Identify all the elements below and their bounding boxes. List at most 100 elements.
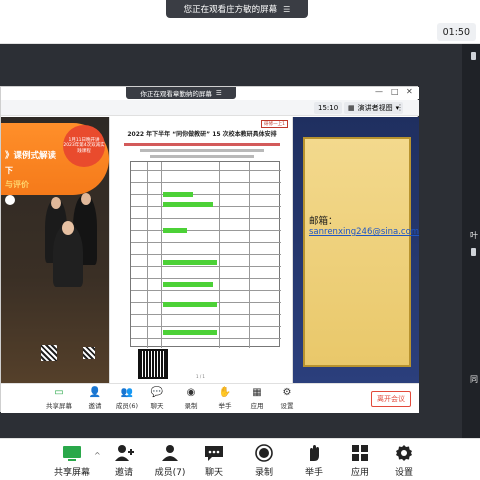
presentation-slide: 邮箱： sanrenxing246@sina.com: [293, 117, 419, 383]
table-divider: [131, 230, 281, 231]
chat-button[interactable]: 聊天: [190, 444, 238, 478]
table-divider: [131, 242, 281, 243]
chat-icon: 💬: [150, 387, 164, 398]
maximize-icon[interactable]: □: [391, 87, 399, 96]
doc-subtitle-line: [140, 149, 264, 152]
inner-invite-button[interactable]: 👤 邀请: [77, 387, 113, 410]
shared-screen: — □ ✕ 你正在观看章勤纳的屏幕 ☰ 15:10 ▦ 演讲者视图 ▾ ⋮ 1月…: [0, 86, 419, 413]
doc-page-number: 1 / 1: [196, 374, 205, 379]
inner-menu-icon[interactable]: ☰: [216, 89, 222, 97]
leave-meeting-button[interactable]: 离开会议: [371, 391, 411, 407]
email-label: 邮箱：: [309, 216, 338, 227]
inner-bottom-toolbar: ▭ 共享屏幕 👤 邀请 👥 成员(6) 💬 聊天 ◉ 录制 ✋ 举手 ▦ 应用 …: [1, 383, 419, 413]
meeting-window: 您正在观看庄方敏的屏幕 ☰ 01:50 叶 同 — □ ✕ 你正在观看章勤纳的屏…: [0, 0, 480, 480]
highlight-mark: [163, 202, 213, 207]
participant-name-2: 同: [470, 375, 478, 384]
raise-hand-button[interactable]: 举手: [290, 444, 338, 478]
participant-tile-icon: [471, 248, 476, 256]
poster-date-badge: 1月11日晚开讲 2023年第4次双减实践课程: [63, 125, 105, 167]
settings-icon: [394, 444, 414, 462]
grid-icon: ▦: [348, 104, 355, 112]
scroll-handle-icon[interactable]: [471, 52, 476, 60]
minimize-icon[interactable]: —: [375, 87, 383, 96]
invite-button[interactable]: 邀请: [100, 444, 148, 478]
speaker-view-button[interactable]: ▦ 演讲者视图 ▾: [344, 102, 404, 114]
table-divider: [131, 254, 281, 255]
close-icon[interactable]: ✕: [406, 87, 413, 96]
poster-qr-code-2: [83, 347, 95, 359]
table-divider: [131, 314, 281, 315]
table-divider: [131, 182, 281, 183]
poster-title: 》课例式解读: [5, 151, 57, 161]
play-icon: [5, 195, 15, 205]
main-bottom-toolbar: 共享屏幕 ^ 邀请 成员(7) 聊天 录制 举手 应用 设置: [0, 438, 480, 480]
record-button[interactable]: 录制: [240, 444, 288, 478]
more-icon[interactable]: ⋮: [396, 103, 404, 112]
participant-name-1: 叶: [470, 231, 478, 240]
doc-subtitle-line: [150, 155, 254, 158]
doc-qr-code: [138, 349, 168, 379]
table-divider: [131, 278, 281, 279]
members-icon: [160, 444, 180, 462]
presenter-face-3: [62, 221, 74, 235]
inner-screen-share-banner[interactable]: 你正在观看章勤纳的屏幕 ☰: [126, 87, 236, 99]
course-poster: 1月11日晚开讲 2023年第4次双减实践课程 》课例式解读 下 与评价: [1, 117, 109, 383]
shared-content: 1月11日晚开讲 2023年第4次双减实践课程 》课例式解读 下 与评价 研修一…: [1, 117, 419, 383]
doc-title: 2022 年下半年 “同你做教研” 15 次校本教研具体安排: [127, 131, 277, 138]
table-divider: [131, 218, 281, 219]
email-link[interactable]: sanrenxing246@sina.com: [309, 227, 419, 237]
apps-icon: [350, 444, 370, 462]
inner-raise-hand-button[interactable]: ✋ 举手: [207, 387, 243, 410]
inner-share-screen-button[interactable]: ▭ 共享屏幕: [41, 387, 77, 410]
inner-record-button[interactable]: ◉ 录制: [173, 387, 209, 410]
poster-subtitle-2: 与评价: [5, 180, 29, 189]
invite-icon: [114, 444, 134, 462]
table-divider: [131, 266, 281, 267]
invite-icon: 👤: [88, 387, 102, 398]
table-divider: [131, 194, 281, 195]
inner-chat-button[interactable]: 💬 聊天: [139, 387, 175, 410]
table-divider: [147, 162, 148, 348]
inner-top-toolbar: 15:10 ▦ 演讲者视图 ▾ ⋮: [1, 100, 419, 116]
table-divider: [131, 290, 281, 291]
meeting-timer: 01:50: [436, 23, 476, 41]
table-divider: [219, 162, 220, 348]
inner-settings-button[interactable]: ⚙ 设置: [269, 387, 305, 410]
menu-icon[interactable]: ☰: [283, 5, 290, 14]
slide-panel: 邮箱： sanrenxing246@sina.com: [303, 137, 419, 367]
table-divider: [249, 162, 250, 348]
speaker-view-label: 演讲者视图: [357, 104, 393, 112]
highlight-mark: [163, 330, 217, 335]
settings-icon: ⚙: [282, 387, 292, 398]
table-divider: [131, 326, 281, 327]
settings-button[interactable]: 设置: [380, 444, 428, 478]
highlight-mark: [163, 260, 217, 265]
doc-badge: 研修一上1: [261, 120, 288, 128]
share-screen-icon: ▭: [54, 387, 64, 398]
doc-subtitle-line: [124, 143, 280, 146]
table-divider: [131, 170, 281, 171]
schedule-document: 研修一上1 2022 年下半年 “同你做教研” 15 次校本教研具体安排 1 /…: [109, 117, 293, 383]
members-button[interactable]: 成员(7): [146, 444, 194, 478]
banner-text: 您正在观看庄方敏的屏幕: [183, 5, 278, 15]
share-screen-button[interactable]: 共享屏幕: [48, 444, 96, 478]
table-divider: [131, 338, 281, 339]
top-bar: 01:50: [0, 20, 480, 44]
schedule-table: [130, 161, 281, 348]
highlight-mark: [163, 228, 187, 233]
apps-button[interactable]: 应用: [336, 444, 384, 478]
record-icon: ◉: [186, 387, 196, 398]
raise-hand-icon: ✋: [218, 387, 232, 398]
participant-strip[interactable]: 叶 同: [462, 44, 480, 438]
inner-meeting-timer: 15:10: [314, 102, 343, 114]
poster-qr-code: [41, 345, 57, 361]
poster-subtitle-1: 下: [5, 166, 13, 175]
highlight-mark: [163, 302, 217, 307]
inner-banner-text: 你正在观看章勤纳的屏幕: [140, 90, 212, 98]
share-screen-icon: [62, 444, 82, 462]
table-divider: [161, 162, 162, 348]
record-icon: [254, 444, 274, 462]
chat-icon: [204, 444, 224, 462]
screen-share-banner[interactable]: 您正在观看庄方敏的屏幕 ☰: [166, 0, 308, 18]
highlight-mark: [163, 282, 213, 287]
